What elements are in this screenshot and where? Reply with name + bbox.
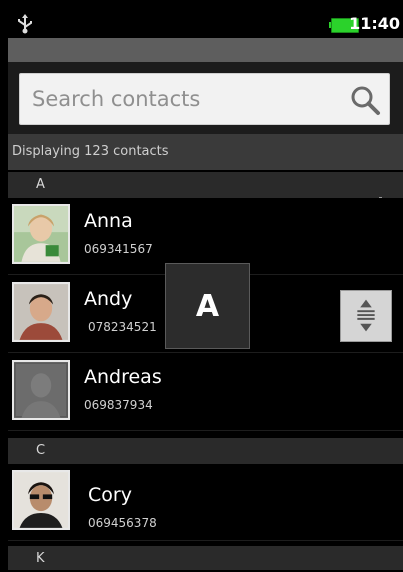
avatar[interactable] bbox=[12, 204, 70, 264]
section-header-c: C bbox=[8, 438, 403, 464]
fast-scroll-handle-icon[interactable] bbox=[340, 290, 392, 342]
avatar[interactable] bbox=[12, 360, 70, 420]
contact-row-andreas[interactable]: Andreas 069837934 bbox=[8, 354, 403, 431]
contact-name: Cory bbox=[88, 484, 132, 506]
title-bar bbox=[8, 38, 403, 62]
contact-name: Andreas bbox=[84, 366, 162, 388]
search-box[interactable] bbox=[19, 73, 390, 125]
contact-row-cory[interactable]: Cory 069456378 bbox=[8, 464, 403, 541]
status-time: 11:40 bbox=[349, 14, 400, 33]
contact-phone: 069456378 bbox=[88, 516, 157, 530]
search-icon[interactable] bbox=[349, 84, 381, 116]
avatar[interactable] bbox=[12, 282, 70, 342]
contact-phone: 078234521 bbox=[88, 320, 157, 334]
section-header-a: A bbox=[8, 172, 403, 198]
avatar[interactable] bbox=[12, 470, 70, 530]
contact-name: Anna bbox=[84, 210, 133, 232]
fast-scroll-letter-popup: A bbox=[165, 263, 250, 349]
search-input[interactable] bbox=[20, 74, 340, 124]
contact-phone: 069837934 bbox=[84, 398, 153, 412]
contact-name: Andy bbox=[84, 288, 133, 310]
status-bar: 11:40 bbox=[8, 8, 403, 38]
contact-phone: 069341567 bbox=[84, 242, 153, 256]
contact-count: Displaying 123 contacts bbox=[8, 134, 403, 170]
search-area bbox=[8, 62, 403, 134]
usb-icon bbox=[16, 14, 34, 34]
section-header-k: K bbox=[8, 546, 403, 570]
